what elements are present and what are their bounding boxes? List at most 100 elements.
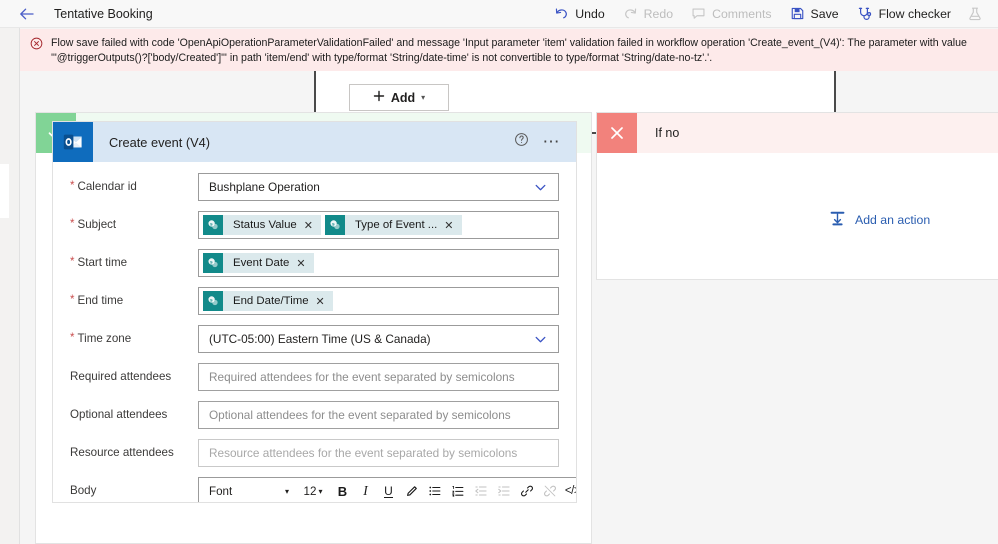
cross-icon: [597, 113, 637, 153]
font-family-value: Font: [209, 484, 233, 498]
comment-icon: [691, 6, 706, 21]
add-button[interactable]: Add ▾: [349, 84, 449, 111]
top-command-bar: Tentative Booking Undo Redo Comments Sav…: [0, 0, 998, 28]
field-row-resource-attendees: Resource attendees Resource attendees fo…: [70, 439, 559, 467]
unlink-icon[interactable]: [538, 480, 561, 503]
add-an-action-button[interactable]: Add an action: [829, 210, 930, 230]
stethoscope-icon: [857, 6, 873, 22]
insert-action-icon: [829, 210, 846, 230]
time-zone-dropdown[interactable]: (UTC-05:00) Eastern Time (US & Canada): [198, 325, 559, 353]
field-row-time-zone: * Time zone (UTC-05:00) Eastern Time (US…: [70, 325, 559, 353]
text-color-pencil-icon[interactable]: [400, 480, 423, 503]
svg-text:s: s: [210, 298, 213, 303]
label-text: Resource attendees: [70, 446, 174, 459]
comments-button[interactable]: Comments: [682, 3, 780, 24]
start-time-input[interactable]: s Event Date ✕: [198, 249, 559, 277]
remove-token-icon[interactable]: ✕: [296, 257, 313, 270]
topbar-left-group: Tentative Booking: [0, 1, 153, 27]
field-label-resource-attendees: Resource attendees: [70, 439, 198, 460]
remove-token-icon[interactable]: ✕: [304, 219, 321, 232]
required-asterisk: *: [70, 218, 75, 230]
field-label-required-attendees: Required attendees: [70, 363, 198, 384]
increase-indent-icon[interactable]: [492, 480, 515, 503]
chevron-down-icon: [533, 332, 548, 347]
font-family-dropdown[interactable]: Font ▾: [203, 485, 295, 498]
error-banner: Flow save failed with code 'OpenApiOpera…: [20, 29, 998, 71]
label-text: End time: [77, 294, 124, 307]
label-text: Optional attendees: [70, 408, 168, 421]
field-label-end-time: * End time: [70, 287, 198, 308]
undo-button[interactable]: Undo: [545, 3, 613, 24]
chevron-down-icon: ▾: [318, 486, 323, 496]
code-view-icon[interactable]: </>: [561, 480, 576, 503]
field-label-start-time: * Start time: [70, 249, 198, 270]
field-label-time-zone: * Time zone: [70, 325, 198, 346]
action-card-header[interactable]: Create event (V4) ⋯: [53, 122, 576, 162]
token-label: Event Date: [233, 257, 290, 269]
save-icon: [790, 6, 805, 21]
optional-attendees-input[interactable]: Optional attendees for the event separat…: [198, 401, 559, 429]
branch-if-no: If no Add an action: [596, 112, 998, 280]
outlook-icon: [53, 122, 93, 162]
decrease-indent-icon[interactable]: [469, 480, 492, 503]
calendar-id-dropdown[interactable]: Bushplane Operation: [198, 173, 559, 201]
test-flow-button[interactable]: [960, 3, 990, 25]
field-control-start-time: s Event Date ✕: [198, 249, 559, 277]
more-ellipsis-icon[interactable]: ⋯: [543, 133, 562, 150]
time-zone-value: (UTC-05:00) Eastern Time (US & Canada): [209, 332, 431, 346]
dynamic-content-token[interactable]: s End Date/Time ✕: [203, 291, 333, 311]
link-icon[interactable]: [515, 480, 538, 503]
dynamic-content-token[interactable]: s Status Value ✕: [203, 215, 321, 235]
required-asterisk: *: [70, 294, 75, 306]
undo-label: Undo: [575, 6, 605, 21]
field-label-subject: * Subject: [70, 211, 198, 232]
underline-icon[interactable]: U: [377, 480, 400, 503]
label-text: Calendar id: [77, 180, 137, 193]
field-row-start-time: * Start time s Event Date ✕: [70, 249, 559, 277]
plus-icon: [373, 90, 385, 105]
remove-token-icon[interactable]: ✕: [444, 219, 461, 232]
flow-checker-button[interactable]: Flow checker: [848, 3, 960, 25]
font-size-value: 12: [303, 484, 317, 498]
field-control-optional-attendees: Optional attendees for the event separat…: [198, 401, 559, 429]
calendar-id-value: Bushplane Operation: [209, 180, 320, 194]
dynamic-content-token[interactable]: s Type of Event ... ✕: [324, 215, 462, 235]
dynamic-content-token[interactable]: s Event Date ✕: [203, 253, 314, 273]
back-arrow-icon[interactable]: [14, 1, 40, 27]
field-control-calendar-id: Bushplane Operation: [198, 173, 559, 201]
field-control-resource-attendees: Resource attendees for the event separat…: [198, 439, 559, 467]
label-text: Subject: [77, 218, 117, 231]
remove-token-icon[interactable]: ✕: [316, 295, 333, 308]
required-asterisk: *: [70, 332, 75, 344]
rich-text-toolbar: Font ▾ 12 ▾ B I U </: [199, 478, 576, 503]
numbered-list-icon[interactable]: [446, 480, 469, 503]
bulleted-list-icon[interactable]: [423, 480, 446, 503]
redo-icon: [623, 6, 638, 21]
action-card-title: Create event (V4): [109, 134, 211, 150]
help-circle-icon[interactable]: [514, 132, 529, 152]
flow-designer-canvas: Add ▾ If yes If no: [20, 28, 998, 544]
redo-button[interactable]: Redo: [614, 3, 682, 24]
label-text: Start time: [77, 256, 128, 269]
branch-if-no-header[interactable]: If no: [597, 113, 998, 153]
save-label: Save: [810, 6, 839, 21]
subject-input[interactable]: s Status Value ✕ s Type of Event ... ✕: [198, 211, 559, 239]
save-button[interactable]: Save: [781, 3, 848, 24]
svg-text:s: s: [210, 260, 213, 265]
field-control-end-time: s End Date/Time ✕: [198, 287, 559, 315]
flask-icon: [967, 6, 983, 22]
label-text: Required attendees: [70, 370, 172, 383]
field-label-optional-attendees: Optional attendees: [70, 401, 198, 422]
topbar-command-group: Undo Redo Comments Save Flow checker: [545, 3, 998, 25]
italic-icon[interactable]: I: [354, 480, 377, 503]
sharepoint-token-icon: s: [324, 215, 345, 235]
font-size-dropdown[interactable]: 12 ▾: [295, 485, 331, 498]
flow-checker-label: Flow checker: [878, 6, 951, 21]
svg-text:s: s: [210, 222, 213, 227]
field-row-subject: * Subject s Status Value ✕ s Type of Eve…: [70, 211, 559, 239]
end-time-input[interactable]: s End Date/Time ✕: [198, 287, 559, 315]
bold-icon[interactable]: B: [331, 480, 354, 503]
required-attendees-input[interactable]: Required attendees for the event separat…: [198, 363, 559, 391]
chevron-down-icon: ▾: [421, 93, 426, 102]
resource-attendees-input[interactable]: Resource attendees for the event separat…: [198, 439, 559, 467]
